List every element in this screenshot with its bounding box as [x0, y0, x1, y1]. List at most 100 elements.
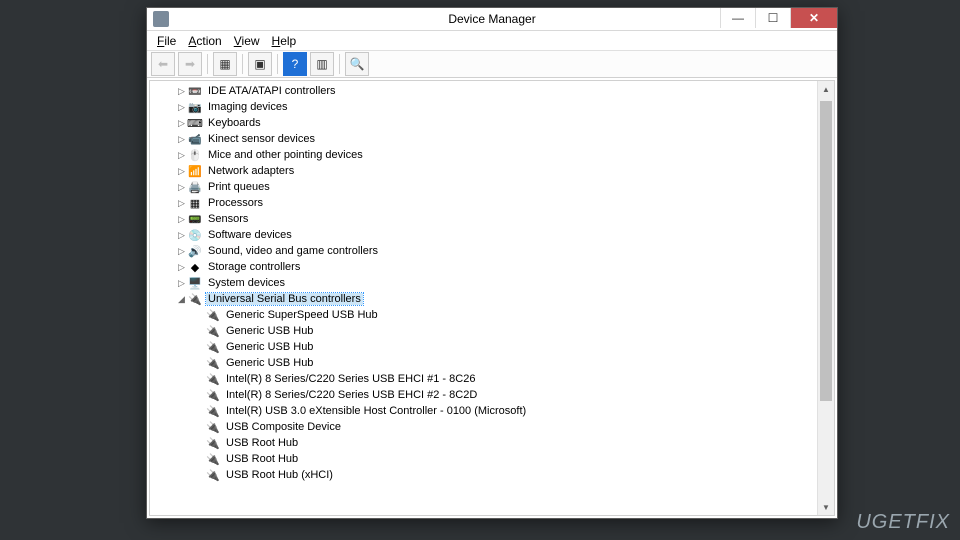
device-icon: 🔌 — [205, 436, 221, 450]
device-icon: 🔌 — [187, 292, 203, 306]
device-label: Generic SuperSpeed USB Hub — [224, 309, 380, 321]
view-devices-button[interactable]: 🔍 — [345, 52, 369, 76]
device-icon: 🖨️ — [187, 180, 203, 194]
toolbar-separator — [242, 54, 243, 74]
tree-item-network[interactable]: ▷📶Network adapters — [150, 163, 818, 179]
tree-item-usb-device-0[interactable]: 🔌Generic SuperSpeed USB Hub — [150, 307, 818, 323]
scroll-down-button[interactable]: ▼ — [818, 499, 834, 515]
minimize-button[interactable]: — — [720, 8, 755, 28]
expand-arrow-icon[interactable]: ▷ — [176, 230, 187, 241]
show-hidden-button[interactable]: ▦ — [213, 52, 237, 76]
tree-item-imaging[interactable]: ▷📷Imaging devices — [150, 99, 818, 115]
device-label: USB Root Hub — [224, 437, 300, 449]
tree-item-usb-device-6[interactable]: 🔌Intel(R) USB 3.0 eXtensible Host Contro… — [150, 403, 818, 419]
tree-item-usb-device-7[interactable]: 🔌USB Composite Device — [150, 419, 818, 435]
device-label: Generic USB Hub — [224, 325, 315, 337]
toolbar-separator — [277, 54, 278, 74]
tree-item-usb-device-9[interactable]: 🔌USB Root Hub — [150, 451, 818, 467]
vertical-scrollbar[interactable]: ▲ ▼ — [817, 81, 834, 515]
menu-file[interactable]: File — [151, 33, 182, 49]
expand-arrow-icon[interactable]: ▷ — [176, 166, 187, 177]
device-manager-window: Device Manager — ☐ ✕ File Action View He… — [146, 7, 838, 519]
maximize-button[interactable]: ☐ — [755, 8, 790, 28]
expand-arrow-icon[interactable]: ▷ — [176, 86, 187, 97]
expand-arrow-icon[interactable]: ▷ — [176, 182, 187, 193]
titlebar[interactable]: Device Manager — ☐ ✕ — [147, 8, 837, 31]
scroll-thumb[interactable] — [820, 101, 832, 401]
device-icon: 🔌 — [205, 340, 221, 354]
device-icon: ⌨ — [187, 116, 203, 130]
device-label: System devices — [206, 277, 287, 289]
tree-item-usb-controllers[interactable]: ◢🔌Universal Serial Bus controllers — [150, 291, 818, 307]
device-tree[interactable]: ▷📼IDE ATA/ATAPI controllers▷📷Imaging dev… — [150, 81, 818, 515]
menu-action[interactable]: Action — [182, 33, 227, 49]
device-label: Imaging devices — [206, 101, 290, 113]
menu-view[interactable]: View — [228, 33, 266, 49]
expand-arrow-icon[interactable]: ▷ — [176, 278, 187, 289]
tree-item-processors[interactable]: ▷▦Processors — [150, 195, 818, 211]
device-label: Intel(R) 8 Series/C220 Series USB EHCI #… — [224, 389, 479, 401]
tree-item-usb-device-8[interactable]: 🔌USB Root Hub — [150, 435, 818, 451]
tree-item-software[interactable]: ▷💿Software devices — [150, 227, 818, 243]
tree-item-system[interactable]: ▷🖥️System devices — [150, 275, 818, 291]
expand-arrow-icon[interactable]: ▷ — [176, 118, 187, 129]
device-label: Network adapters — [206, 165, 296, 177]
device-label: Software devices — [206, 229, 294, 241]
device-label: Kinect sensor devices — [206, 133, 317, 145]
tree-item-storage[interactable]: ▷◆Storage controllers — [150, 259, 818, 275]
forward-button[interactable]: ➡ — [178, 52, 202, 76]
device-icon: ▦ — [187, 196, 203, 210]
tree-item-usb-device-10[interactable]: 🔌USB Root Hub (xHCI) — [150, 467, 818, 483]
tree-item-usb-device-1[interactable]: 🔌Generic USB Hub — [150, 323, 818, 339]
device-icon: 🔌 — [205, 452, 221, 466]
tree-item-sound[interactable]: ▷🔊Sound, video and game controllers — [150, 243, 818, 259]
tree-item-usb-device-3[interactable]: 🔌Generic USB Hub — [150, 355, 818, 371]
scan-button[interactable]: ▥ — [310, 52, 334, 76]
expand-arrow-icon[interactable]: ▷ — [176, 246, 187, 257]
device-icon: ◆ — [187, 260, 203, 274]
tree-item-mice[interactable]: ▷🖱️Mice and other pointing devices — [150, 147, 818, 163]
properties-button[interactable]: ▣ — [248, 52, 272, 76]
expand-arrow-icon[interactable]: ▷ — [176, 262, 187, 273]
toolbar-separator — [207, 54, 208, 74]
tree-item-usb-device-4[interactable]: 🔌Intel(R) 8 Series/C220 Series USB EHCI … — [150, 371, 818, 387]
device-label: Generic USB Hub — [224, 357, 315, 369]
device-icon: 🔌 — [205, 468, 221, 482]
device-icon: 🖥️ — [187, 276, 203, 290]
device-label: Processors — [206, 197, 265, 209]
expand-arrow-icon[interactable]: ▷ — [176, 150, 187, 161]
tree-item-usb-device-2[interactable]: 🔌Generic USB Hub — [150, 339, 818, 355]
device-icon: 🖱️ — [187, 148, 203, 162]
device-label: Sensors — [206, 213, 250, 225]
device-icon: 📟 — [187, 212, 203, 226]
device-label: USB Composite Device — [224, 421, 343, 433]
device-icon: 🔌 — [205, 324, 221, 338]
scroll-up-button[interactable]: ▲ — [818, 81, 834, 97]
device-label: Keyboards — [206, 117, 263, 129]
expand-arrow-icon[interactable]: ◢ — [176, 294, 187, 305]
expand-arrow-icon[interactable]: ▷ — [176, 214, 187, 225]
tree-item-kinect[interactable]: ▷📹Kinect sensor devices — [150, 131, 818, 147]
watermark: UGETFIX — [856, 511, 950, 534]
device-icon: 📼 — [187, 84, 203, 98]
tree-item-keyboards[interactable]: ▷⌨Keyboards — [150, 115, 818, 131]
device-icon: 🔌 — [205, 420, 221, 434]
back-button[interactable]: ⬅ — [151, 52, 175, 76]
device-icon: 💿 — [187, 228, 203, 242]
device-icon: 🔌 — [205, 372, 221, 386]
help-button[interactable]: ? — [283, 52, 307, 76]
toolbar-separator — [339, 54, 340, 74]
device-icon: 📷 — [187, 100, 203, 114]
expand-arrow-icon[interactable]: ▷ — [176, 134, 187, 145]
device-icon: 📶 — [187, 164, 203, 178]
tree-item-usb-device-5[interactable]: 🔌Intel(R) 8 Series/C220 Series USB EHCI … — [150, 387, 818, 403]
expand-arrow-icon[interactable]: ▷ — [176, 198, 187, 209]
menu-help[interactable]: Help — [266, 33, 303, 49]
tree-item-print[interactable]: ▷🖨️Print queues — [150, 179, 818, 195]
device-label: USB Root Hub — [224, 453, 300, 465]
tree-item-ide-atapi[interactable]: ▷📼IDE ATA/ATAPI controllers — [150, 83, 818, 99]
tree-item-sensors[interactable]: ▷📟Sensors — [150, 211, 818, 227]
device-label: Intel(R) 8 Series/C220 Series USB EHCI #… — [224, 373, 477, 385]
close-button[interactable]: ✕ — [790, 8, 837, 28]
expand-arrow-icon[interactable]: ▷ — [176, 102, 187, 113]
